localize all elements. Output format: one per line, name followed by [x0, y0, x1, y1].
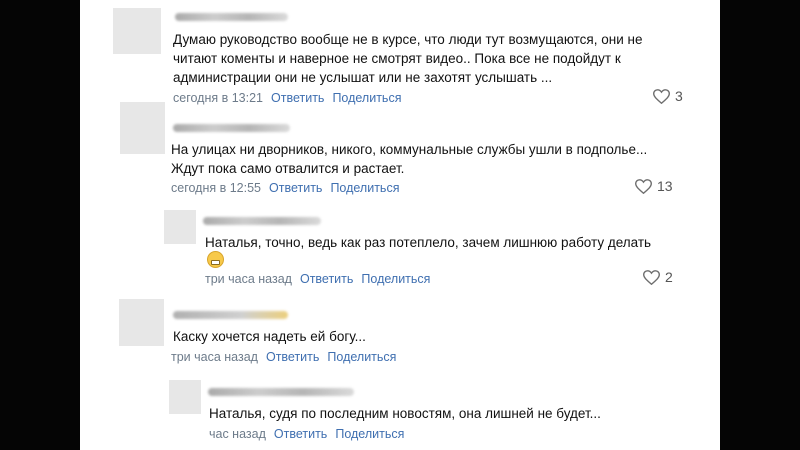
comment-text-line: администрации они не услышат или не захо…: [173, 70, 553, 85]
author-name-blurred[interactable]: [173, 124, 290, 132]
share-link[interactable]: Поделиться: [330, 181, 399, 195]
like-count: 2: [665, 269, 673, 285]
timestamp[interactable]: три часа назад: [205, 272, 292, 286]
like-button[interactable]: 3: [653, 88, 683, 104]
reply-link[interactable]: Ответить: [266, 350, 319, 364]
author-name-blurred[interactable]: [208, 388, 354, 396]
reply-link[interactable]: Ответить: [271, 91, 324, 105]
comment-meta: сегодня в 12:55 Ответить Поделиться: [171, 181, 399, 195]
share-link[interactable]: Поделиться: [332, 91, 401, 105]
comment-meta: сегодня в 13:21 Ответить Поделиться: [173, 91, 401, 105]
comment-text-line: Каску хочется надеть ей богу...: [173, 329, 366, 344]
comment-text-line: читают коменты и наверное не смотрят вид…: [173, 51, 621, 66]
heart-icon: [643, 269, 660, 285]
reply-link[interactable]: Ответить: [274, 427, 327, 441]
comment-meta: три часа назад Ответить Поделиться: [171, 350, 396, 364]
like-button[interactable]: 2: [643, 269, 673, 285]
left-black-border: [0, 0, 80, 450]
heart-icon: [635, 178, 652, 194]
avatar[interactable]: [113, 8, 161, 54]
avatar[interactable]: [164, 210, 196, 244]
comment-text-line: Наталья, точно, ведь как раз потеплело, …: [205, 233, 651, 252]
emoji-line: [207, 251, 224, 270]
comment-text-line: Наталья, судя по последним новостям, она…: [209, 406, 601, 421]
timestamp[interactable]: сегодня в 12:55: [171, 181, 261, 195]
author-name-blurred[interactable]: [175, 13, 288, 21]
share-link[interactable]: Поделиться: [361, 272, 430, 286]
timestamp[interactable]: час назад: [209, 427, 266, 441]
like-count: 13: [657, 178, 673, 194]
comment-meta: час назад Ответить Поделиться: [209, 427, 404, 441]
right-black-border: [720, 0, 800, 450]
share-link[interactable]: Поделиться: [327, 350, 396, 364]
avatar[interactable]: [120, 102, 165, 154]
author-name-blurred[interactable]: [203, 217, 321, 225]
timestamp[interactable]: три часа назад: [171, 350, 258, 364]
comments-panel: Думаю руководство вообще не в курсе, что…: [80, 0, 700, 450]
grimacing-emoji-icon: [207, 251, 224, 268]
comment-text-line: На улицах ни дворников, никого, коммунал…: [171, 142, 648, 157]
share-link[interactable]: Поделиться: [335, 427, 404, 441]
like-count: 3: [675, 88, 683, 104]
author-name-blurred[interactable]: [173, 311, 288, 319]
comment-meta: три часа назад Ответить Поделиться: [205, 272, 430, 286]
comment-text-line: Ждут пока само отвалится и растает.: [171, 161, 405, 176]
comment-text-line: Думаю руководство вообще не в курсе, что…: [173, 32, 643, 47]
timestamp[interactable]: сегодня в 13:21: [173, 91, 263, 105]
heart-icon: [653, 88, 670, 104]
reply-link[interactable]: Ответить: [269, 181, 322, 195]
avatar[interactable]: [119, 299, 164, 346]
like-button[interactable]: 13: [635, 178, 673, 194]
reply-link[interactable]: Ответить: [300, 272, 353, 286]
avatar[interactable]: [169, 380, 201, 414]
reply-text: Наталья, точно, ведь как раз потеплело, …: [205, 235, 652, 250]
